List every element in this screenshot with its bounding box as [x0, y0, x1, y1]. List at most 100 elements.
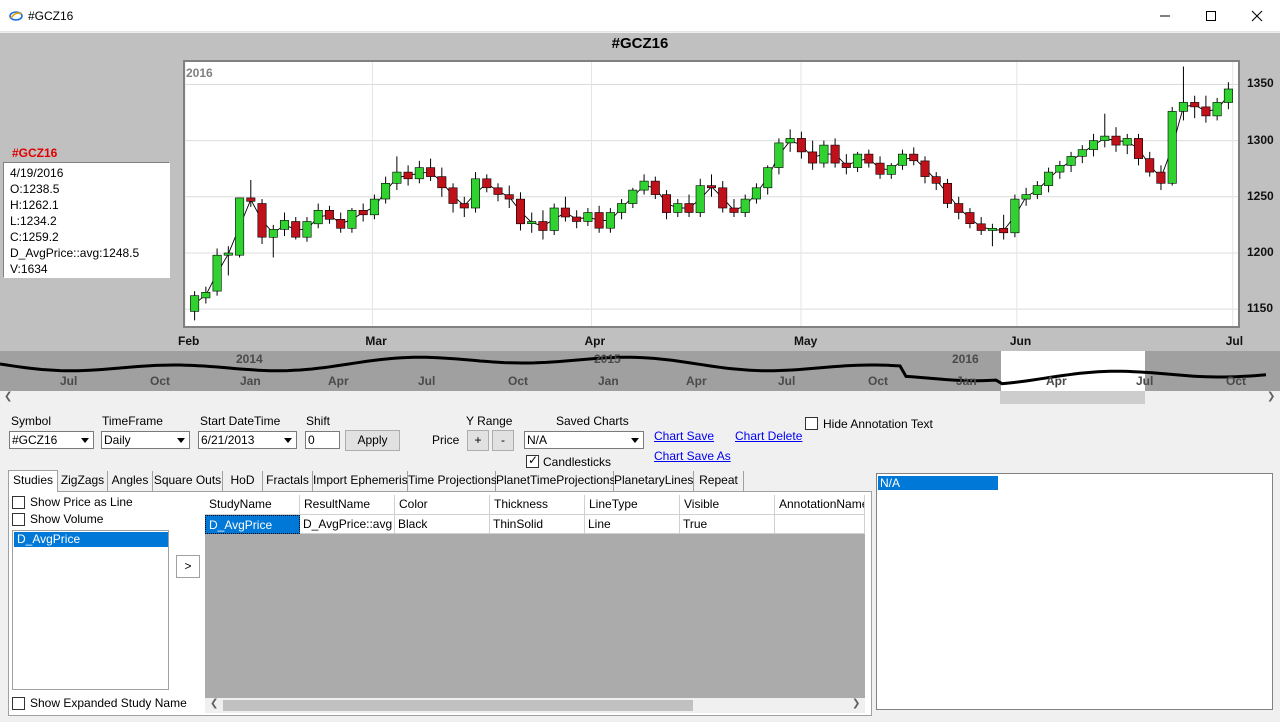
move-study-button[interactable]: > — [176, 555, 200, 578]
candle-down — [661, 194, 671, 213]
overview-navigator[interactable]: Jul Oct Jan Apr Jul Oct Jan Apr Jul Oct Jan Apr Jul O… — [0, 351, 1280, 391]
scroll-left-icon[interactable]: ❮ — [4, 391, 12, 402]
chart-scroll-thumb[interactable] — [1000, 391, 1145, 404]
column-header[interactable]: ResultName — [300, 495, 395, 515]
candle-down — [324, 210, 334, 220]
tab-square-outs[interactable]: Square Outs — [153, 471, 223, 491]
y-tick-label: 1250 — [1247, 188, 1274, 203]
minimize-button[interactable] — [1142, 0, 1188, 32]
chart-delete-link[interactable]: Chart Delete — [735, 429, 802, 443]
candle-up — [470, 178, 480, 209]
info-high: H:1262.1 — [10, 198, 59, 212]
x-tick-label: May — [794, 334, 818, 348]
y-tick-label: 1200 — [1247, 244, 1274, 259]
candle-down — [246, 197, 256, 202]
candle-down — [426, 167, 436, 177]
column-header[interactable]: LineType — [585, 495, 680, 515]
study-grid-scrollbar[interactable]: ❮ ❯ — [205, 698, 865, 713]
candle-up — [897, 153, 907, 166]
candlesticks-checkbox[interactable] — [526, 453, 539, 468]
candle-down — [403, 171, 413, 180]
candle-down — [729, 207, 739, 213]
candle-down — [965, 212, 975, 224]
chart-save-as-link[interactable]: Chart Save As — [654, 449, 731, 463]
tab-hod[interactable]: HoD — [223, 471, 263, 491]
candle-up — [302, 221, 312, 238]
maximize-button[interactable] — [1188, 0, 1234, 32]
tab-studies[interactable]: Studies — [8, 470, 58, 492]
candle-down — [942, 183, 952, 204]
table-cell[interactable]: ThinSolid — [490, 515, 585, 534]
annotation-list[interactable]: N/A — [876, 473, 1273, 710]
column-header[interactable]: Visible — [680, 495, 775, 515]
start-datetime-value: 6/21/2013 — [201, 433, 255, 447]
study-list-item[interactable]: D_AvgPrice — [14, 532, 168, 547]
info-avg: D_AvgPrice::avg:1248.5 — [10, 246, 140, 260]
candle-down — [291, 221, 301, 238]
candle-up — [1010, 198, 1020, 234]
candle-down — [448, 187, 458, 204]
candlesticks-label: Candlesticks — [543, 455, 612, 469]
column-header[interactable]: Thickness — [490, 495, 585, 515]
hide-annotation-checkbox[interactable] — [805, 417, 818, 430]
apply-button[interactable]: Apply — [345, 430, 400, 451]
y-range-minus-button[interactable]: - — [492, 430, 514, 451]
candle-down — [841, 162, 851, 168]
overview-month-label: Jul — [418, 374, 436, 388]
table-cell[interactable] — [775, 515, 865, 534]
price-plot[interactable] — [183, 60, 1240, 328]
scroll-right-icon[interactable]: ❯ — [1267, 391, 1275, 402]
tab-import-ephemeris[interactable]: Import Ephemeris — [313, 471, 408, 491]
y-tick-label: 1150 — [1247, 301, 1274, 316]
timeframe-select[interactable]: Daily — [101, 431, 190, 449]
ohlc-info-box: 4/19/2016 O:1238.5 H:1262.1 L:1234.2 C:1… — [3, 162, 170, 278]
start-datetime-picker[interactable]: 6/21/2013 — [198, 431, 297, 449]
table-cell[interactable]: Line — [585, 515, 680, 534]
symbol-select[interactable]: #GCZ16 — [9, 431, 94, 449]
tab-time-projections[interactable]: Time Projections — [408, 471, 497, 491]
candle-up — [1032, 185, 1042, 195]
candle-down — [459, 203, 469, 209]
overview-year-label: 2015 — [594, 352, 621, 366]
hide-annotation-label: Hide Annotation Text — [823, 417, 933, 431]
table-cell[interactable]: D_AvgPrice::avg — [300, 515, 395, 534]
tab-angles[interactable]: Angles — [108, 471, 153, 491]
tab-fractals[interactable]: Fractals — [263, 471, 313, 491]
column-header[interactable]: AnnotationName — [775, 495, 865, 515]
table-cell[interactable]: True — [680, 515, 775, 534]
close-button[interactable] — [1234, 0, 1280, 32]
annotation-list-item[interactable]: N/A — [878, 476, 998, 490]
show-price-as-line-checkbox[interactable] — [12, 496, 25, 509]
candle-up — [414, 167, 424, 180]
column-header[interactable]: Color — [395, 495, 490, 515]
candle-down — [1201, 106, 1211, 117]
scroll-left-icon[interactable]: ❮ — [210, 698, 218, 709]
y-range-plus-button[interactable]: + — [467, 430, 489, 451]
candle-down — [684, 203, 694, 213]
candle-up — [785, 138, 795, 144]
candle-down — [999, 228, 1009, 234]
candle-up — [549, 207, 559, 231]
table-cell[interactable]: Black — [395, 515, 490, 534]
study-grid-scroll-thumb[interactable] — [223, 700, 693, 711]
tab-planet-time-projections[interactable]: PlanetTimeProjections — [496, 471, 616, 491]
tab-planetary-lines[interactable]: PlanetaryLines — [614, 471, 694, 491]
tab-repeat[interactable]: Repeat — [694, 471, 744, 491]
candle-up — [347, 210, 357, 229]
tab-zigzags[interactable]: ZigZags — [58, 471, 108, 491]
candle-up — [695, 185, 705, 213]
shift-input[interactable]: 0 — [305, 431, 340, 449]
table-cell[interactable]: D_AvgPrice — [205, 515, 300, 534]
candle-down — [1111, 135, 1121, 146]
scroll-right-icon[interactable]: ❯ — [852, 698, 860, 709]
candle-up — [1167, 111, 1177, 184]
study-grid[interactable]: StudyName ResultName Color Thickness Lin… — [205, 495, 865, 698]
study-list[interactable]: D_AvgPrice — [12, 530, 169, 690]
show-expanded-study-checkbox[interactable] — [12, 697, 25, 710]
candle-up — [1044, 171, 1054, 186]
candle-up — [381, 183, 391, 200]
show-volume-checkbox[interactable] — [12, 513, 25, 526]
chart-save-link[interactable]: Chart Save — [654, 429, 714, 443]
saved-charts-select[interactable]: N/A — [524, 431, 644, 449]
column-header[interactable]: StudyName — [205, 495, 300, 515]
